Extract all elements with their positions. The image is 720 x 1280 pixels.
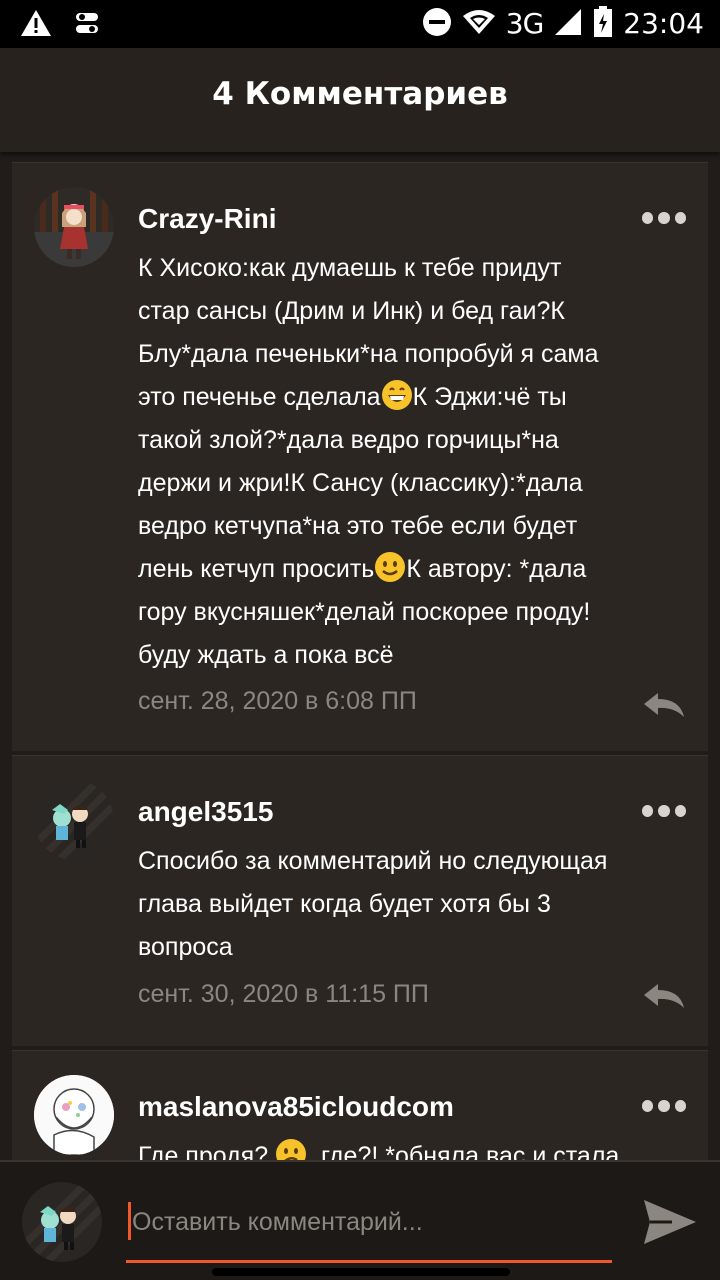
comment-item: maslanova85icloudcom Где продя? , где?! … [12,1050,708,1160]
more-options-icon[interactable] [642,804,686,818]
comment-text: Спосибо за комментарий но следующая глав… [138,847,608,961]
send-icon [644,1200,696,1244]
comment-item: Crazy-Rini К Хисоко:как думаешь к тебе п… [12,162,708,751]
battery-icon [593,6,613,42]
clock: 23:04 [623,7,704,40]
toggle-icon [74,8,100,42]
dnd-icon [422,7,452,41]
more-options-icon[interactable] [642,211,686,225]
comment-author[interactable]: Crazy-Rini [138,203,276,235]
comment-input-wrapper [126,1198,614,1263]
send-button[interactable] [642,1194,698,1250]
network-type: 3G [505,7,545,40]
comment-author[interactable]: angel3515 [138,796,273,828]
reply-icon[interactable] [642,982,686,1010]
warning-icon [20,8,52,42]
grinning-emoji-icon [381,379,413,411]
comment-date: сент. 30, 2020 в 11:15 ПП [138,980,429,1008]
status-bar: 3G 23:04 [0,0,720,48]
avatar[interactable] [34,1075,114,1155]
comment-list[interactable]: Crazy-Rini К Хисоко:как думаешь к тебе п… [12,162,708,1160]
smiling-emoji-icon [374,551,406,583]
comment-input[interactable] [130,1198,614,1246]
reply-icon[interactable] [642,691,686,719]
comment-composer [0,1160,720,1280]
comment-date: сент. 28, 2020 в 6:08 ПП [138,687,417,715]
comment-text: К Хисоко:как думаешь к тебе придут стар … [138,254,599,669]
more-options-icon[interactable] [642,1099,686,1113]
comment-item: angel3515 Спосибо за комментарий но след… [12,755,708,1046]
avatar[interactable] [34,780,114,860]
home-indicator [212,1268,510,1276]
signal-icon [553,7,583,41]
app-header: 4 Комментариев [0,48,720,152]
avatar[interactable] [34,187,114,267]
wifi-icon [462,8,496,40]
confused-emoji-icon [275,1138,307,1160]
comments-screen: 3G 23:04 4 Комментариев Crazy-Rini К Хис… [0,0,720,1280]
page-title: 4 Комментариев [212,76,508,112]
comment-author[interactable]: maslanova85icloudcom [138,1091,454,1123]
avatar[interactable] [22,1182,102,1262]
comment-text: Где продя? , где?! *обняла вас и стала [138,1135,683,1160]
